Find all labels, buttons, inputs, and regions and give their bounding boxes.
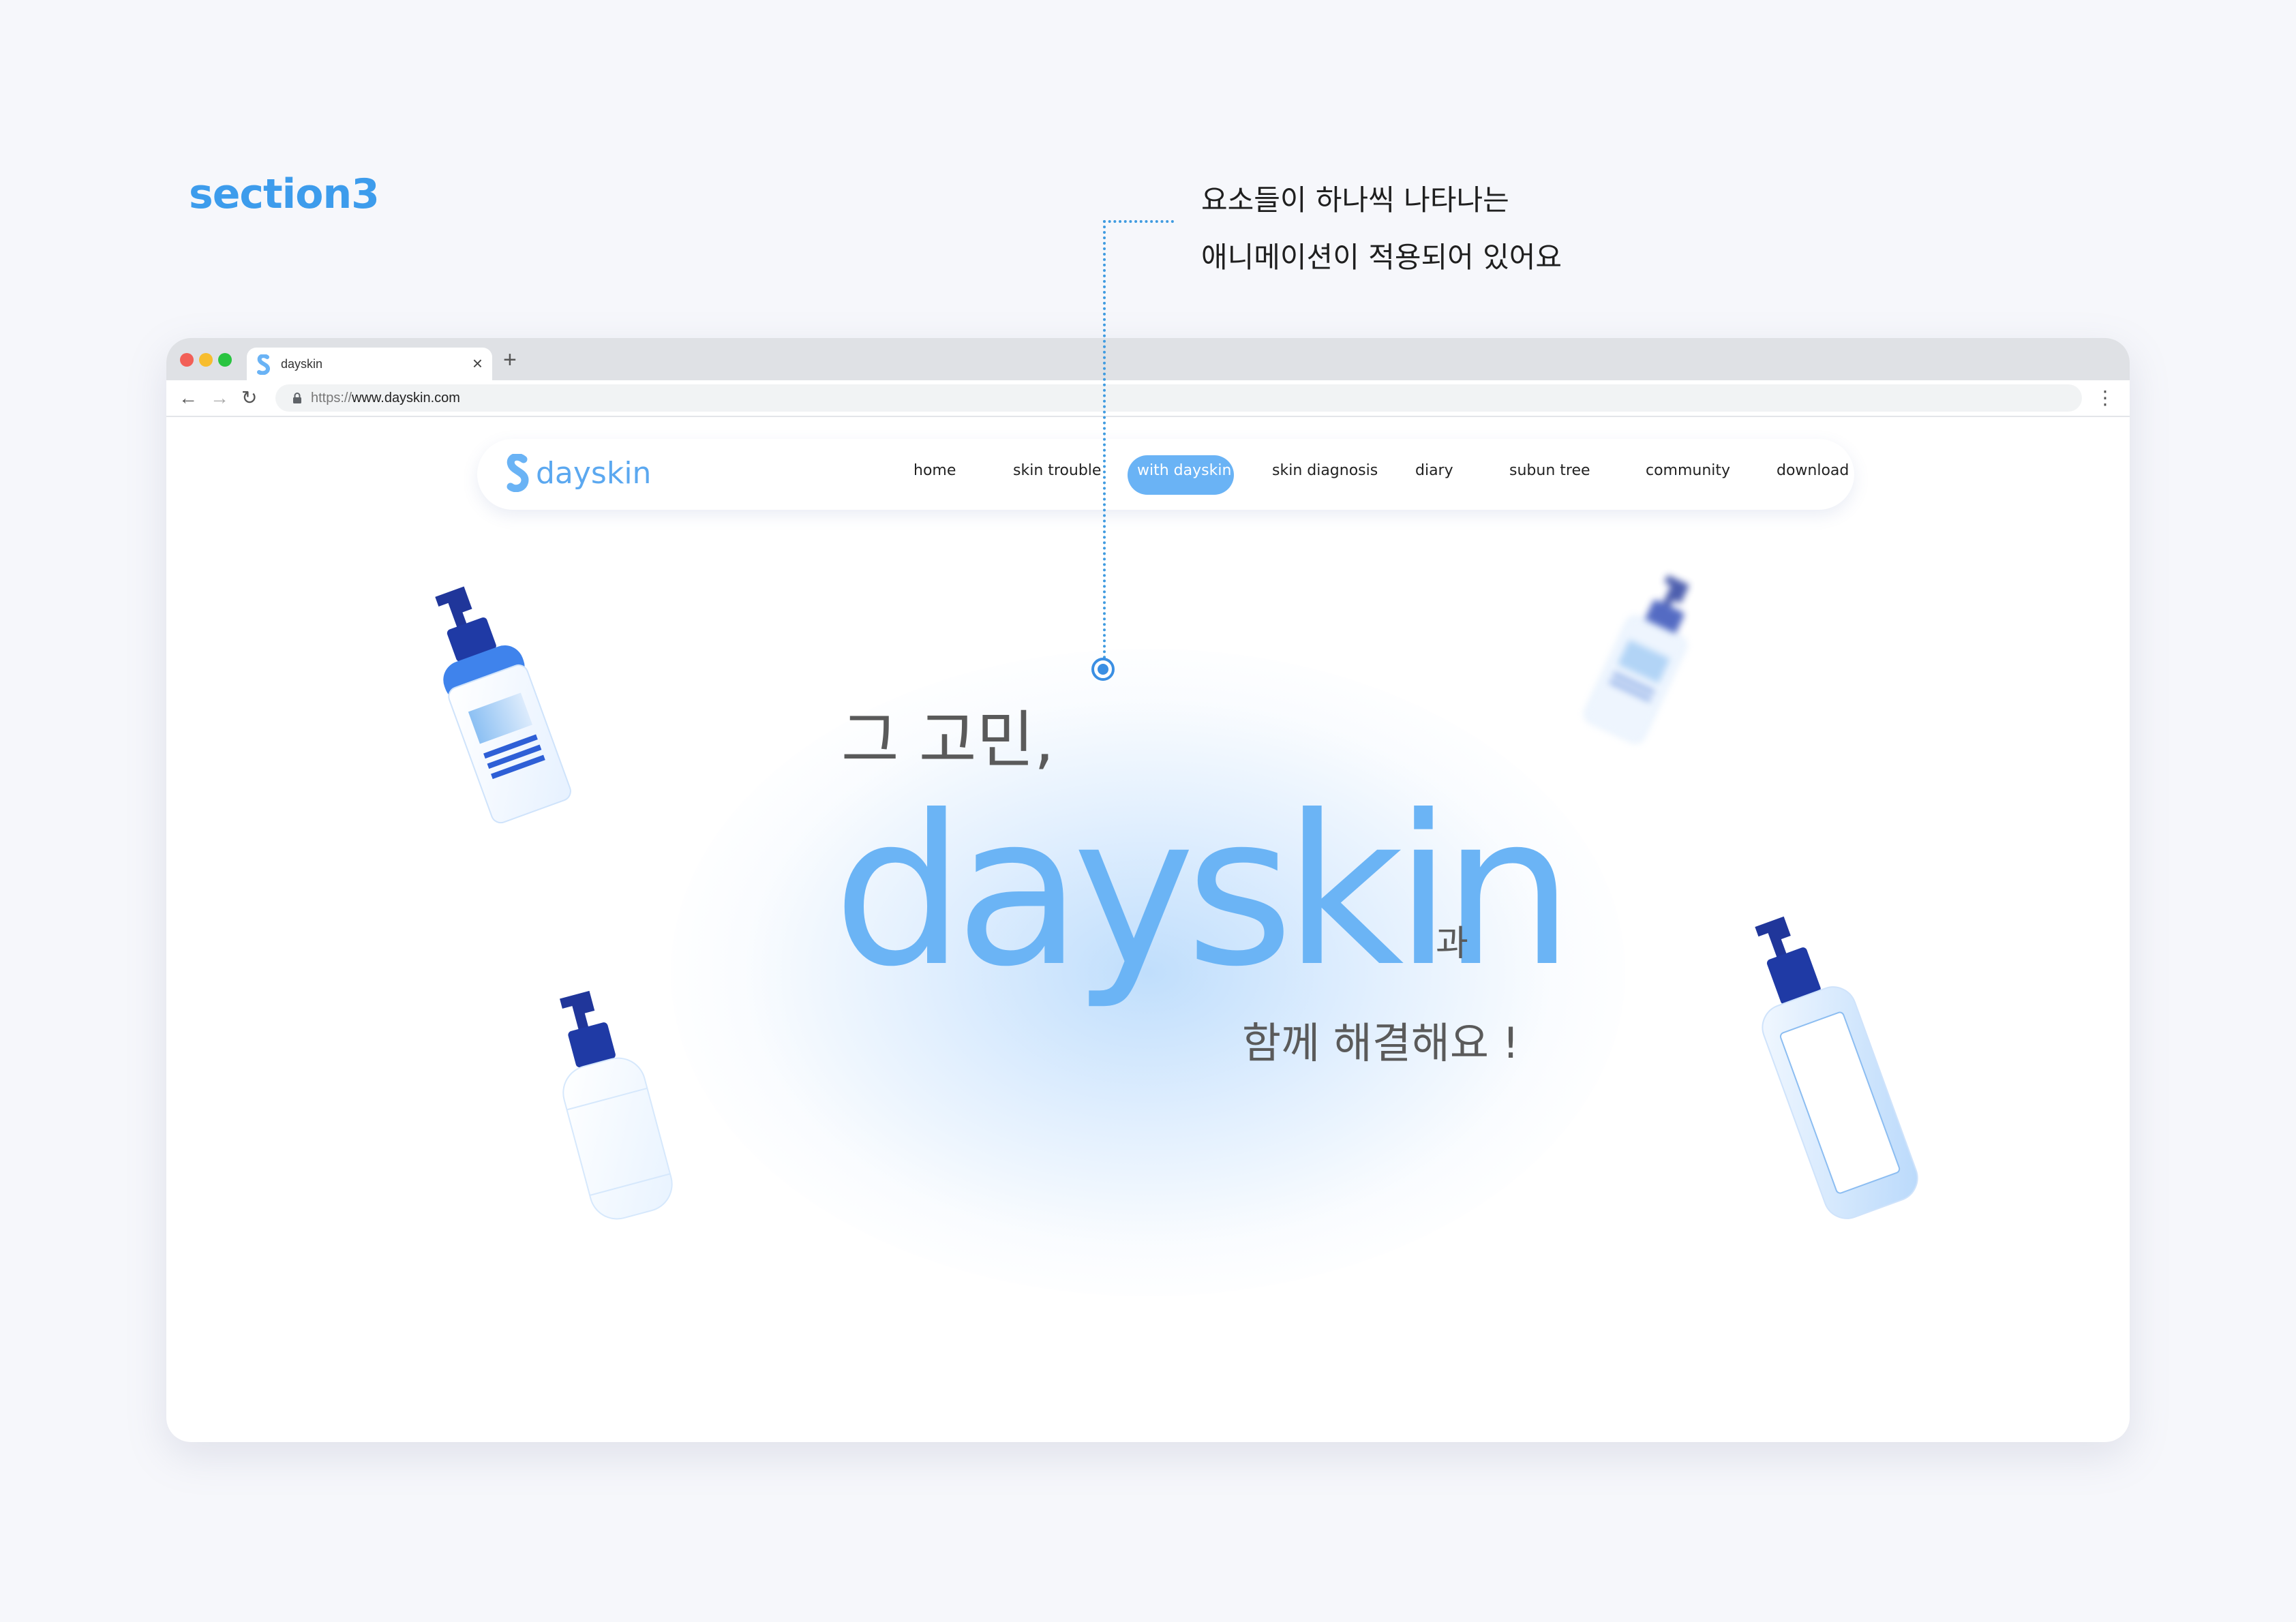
site-menu: home skin trouble with dayskin skin diag…	[477, 439, 1854, 510]
maximize-window-button[interactable]	[218, 353, 232, 367]
menu-item-community[interactable]: community	[1646, 462, 1730, 479]
reload-icon[interactable]: ↻	[241, 386, 257, 410]
hero-line-3: 함께 해결해요 !	[1242, 1018, 1520, 1068]
new-tab-button[interactable]: +	[503, 348, 517, 372]
back-icon[interactable]: ←	[179, 386, 198, 410]
url-text: https://www.dayskin.com	[311, 391, 460, 406]
tab-title: dayskin	[281, 357, 323, 371]
menu-item-diary[interactable]: diary	[1415, 462, 1453, 479]
browser-window: dayskin × + ← → ↻ https://www.dayskin.co…	[166, 338, 2130, 1442]
section-label: section3	[189, 170, 380, 218]
url-scheme: https://	[311, 391, 352, 406]
menu-item-skin-diagnosis[interactable]: skin diagnosis	[1272, 462, 1378, 479]
menu-item-skin-trouble[interactable]: skin trouble	[1013, 462, 1101, 479]
pump-bottle-icon	[1584, 575, 1690, 744]
hero-brand-suffix: 과	[1436, 923, 1468, 964]
page-content: dayskin home skin trouble with dayskin s…	[166, 417, 2130, 1442]
annotation-line-1: 요소들이 하나씩 나타나는	[1201, 183, 1509, 217]
url-bar: ← → ↻ https://www.dayskin.com ⋮	[166, 380, 2130, 417]
menu-item-with-dayskin[interactable]: with dayskin	[1137, 462, 1231, 479]
menu-item-download[interactable]: download	[1777, 462, 1849, 479]
pump-bottle-icon	[435, 586, 571, 824]
forward-icon[interactable]: →	[210, 386, 229, 410]
hero-brand: dayskin	[833, 771, 1574, 1012]
site-navbar: dayskin home skin trouble with dayskin s…	[477, 439, 1854, 510]
hero-line-1: 그 고민,	[841, 704, 1055, 777]
s-logo-icon	[257, 354, 271, 375]
annotation-connector-vertical	[1103, 220, 1106, 664]
menu-item-home[interactable]: home	[913, 462, 956, 479]
minimize-window-button[interactable]	[199, 353, 213, 367]
pump-bottle-icon	[560, 990, 673, 1220]
close-tab-icon[interactable]: ×	[472, 353, 483, 373]
browser-menu-icon[interactable]: ⋮	[2096, 386, 2115, 410]
annotation-connector-horizontal	[1103, 220, 1174, 223]
close-window-button[interactable]	[180, 353, 194, 367]
browser-tab[interactable]: dayskin ×	[247, 348, 492, 380]
annotation-target-dot	[1091, 658, 1115, 681]
annotation: 요소들이 하나씩 나타나는 애니메이션이 적용되어 있어요	[1201, 172, 1562, 286]
lock-icon	[293, 393, 301, 403]
address-field[interactable]: https://www.dayskin.com	[275, 384, 2082, 412]
tab-bar: dayskin × +	[166, 338, 2130, 380]
annotation-line-2: 애니메이션이 적용되어 있어요	[1201, 241, 1562, 274]
menu-item-subun-tree[interactable]: subun tree	[1509, 462, 1590, 479]
pump-bottle-icon	[1755, 916, 1918, 1219]
url-host: www.dayskin.com	[352, 391, 460, 406]
